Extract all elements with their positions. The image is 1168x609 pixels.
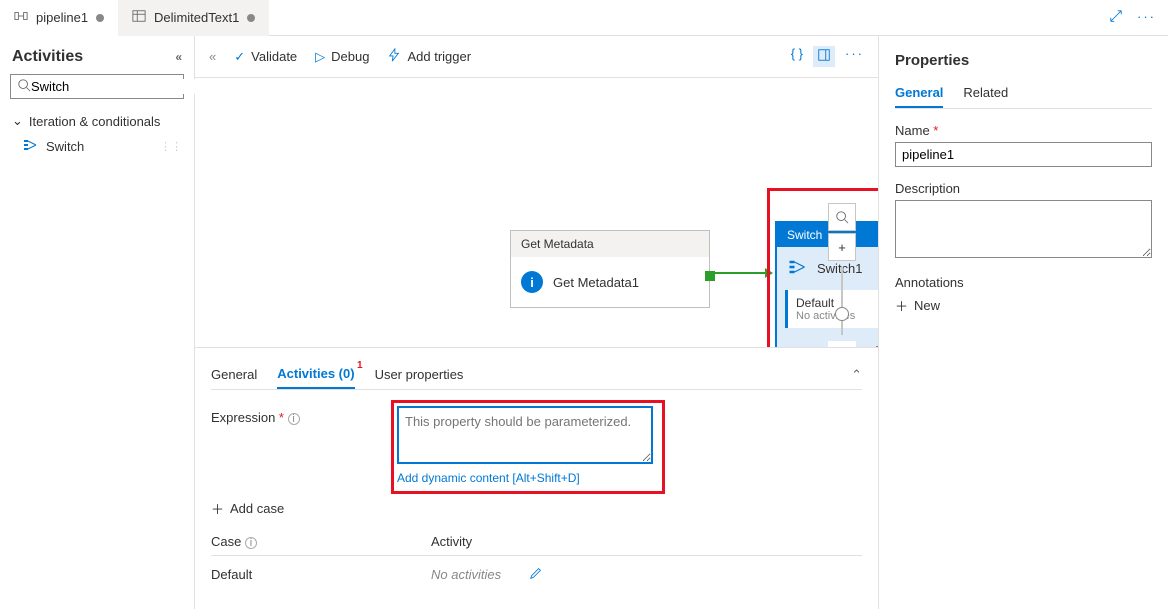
unsaved-dot-icon [96, 14, 104, 22]
pipeline-icon [14, 9, 28, 26]
plus-icon: ＋ [895, 296, 908, 315]
name-label: Name * [895, 123, 1152, 138]
switch-icon [22, 137, 38, 156]
add-trigger-button[interactable]: Add trigger [387, 48, 471, 65]
tab-label: pipeline1 [36, 10, 88, 25]
tab-userprops[interactable]: User properties [375, 361, 464, 388]
drag-handle-icon: ⋮⋮ [160, 140, 182, 153]
zoom-in-button[interactable]: + [828, 233, 856, 261]
dataset-icon [132, 9, 146, 26]
sidebar-item-label: Switch [46, 139, 84, 154]
node-header: Get Metadata [511, 231, 709, 257]
collapse-panel-icon[interactable]: ⌃ [851, 367, 862, 383]
switch-node[interactable]: Switch Switch1 Default No activities { } [775, 221, 878, 347]
tab-general[interactable]: General [211, 361, 257, 388]
debug-label: Debug [331, 49, 369, 64]
annotations-label: Annotations [895, 275, 1152, 290]
zoom-out-button[interactable]: − [828, 341, 856, 347]
sidebar-item-switch[interactable]: Switch ⋮⋮ [6, 133, 188, 160]
case-name: Default [211, 567, 431, 582]
zoom-thumb[interactable] [835, 307, 849, 321]
info-icon[interactable]: i [288, 413, 300, 425]
props-tab-general[interactable]: General [895, 79, 943, 108]
case-row-default: Default No activities [211, 555, 862, 593]
play-icon: ▷ [315, 49, 325, 65]
info-icon: i [521, 271, 543, 293]
validate-button[interactable]: ✓ Validate [234, 49, 297, 65]
bolt-icon [387, 48, 401, 65]
tab-activities[interactable]: Activities (0) 1 [277, 360, 354, 389]
description-label: Description [895, 181, 1152, 196]
tab-label: Activities (0) [277, 366, 354, 381]
zoom-slider[interactable] [841, 267, 843, 335]
group-label: Iteration & conditionals [29, 114, 161, 129]
add-trigger-label: Add trigger [407, 49, 471, 64]
activities-sidebar: Activities « ⌄ Iteration & conditionals … [0, 36, 195, 609]
search-field[interactable] [31, 79, 207, 94]
add-case-button[interactable]: ＋ Add case [211, 495, 862, 528]
node-title: Get Metadata1 [553, 275, 639, 290]
properties-panel: Properties General Related Name * Descri… [878, 36, 1168, 609]
activity-value: No activities [431, 567, 501, 582]
panel-title: Properties [895, 46, 1152, 79]
properties-toggle-icon[interactable] [813, 46, 835, 67]
sidebar-title: Activities [12, 48, 83, 66]
back-button[interactable]: « [209, 49, 216, 64]
expand-icon[interactable] [1109, 9, 1123, 26]
tab-label: DelimitedText1 [154, 10, 239, 25]
info-icon[interactable]: i [245, 537, 257, 549]
chevron-down-icon: ⌄ [12, 113, 23, 129]
copy-icon[interactable] [874, 344, 878, 347]
more-icon[interactable]: ··· [845, 46, 864, 67]
search-input[interactable] [10, 74, 184, 99]
highlight-box [391, 400, 665, 494]
new-annotation-button[interactable]: ＋ New [895, 296, 1152, 315]
validate-label: Validate [251, 49, 297, 64]
code-view-icon[interactable]: { } [791, 46, 803, 67]
name-input[interactable] [895, 142, 1152, 167]
get-metadata-node[interactable]: Get Metadata i Get Metadata1 [510, 230, 710, 308]
cases-table-header: Case i Activity [211, 528, 862, 555]
add-case-label: Add case [230, 501, 284, 516]
switch-icon [787, 257, 807, 280]
unsaved-dot-icon [247, 14, 255, 22]
expression-label: Expression * i [211, 406, 381, 425]
pipeline-canvas[interactable]: Get Metadata i Get Metadata1 Switch Swit… [195, 78, 878, 347]
debug-button[interactable]: ▷ Debug [315, 49, 369, 65]
props-tab-related[interactable]: Related [963, 79, 1008, 108]
edit-icon[interactable] [529, 566, 543, 583]
output-port[interactable] [705, 271, 715, 281]
editor-tabs: pipeline1 DelimitedText1 ··· [0, 0, 1168, 36]
group-iteration[interactable]: ⌄ Iteration & conditionals [6, 109, 188, 133]
error-badge: 1 [357, 360, 363, 371]
description-input[interactable] [895, 200, 1152, 258]
zoom-fit-button[interactable] [828, 203, 856, 231]
connection-line [715, 263, 775, 283]
check-icon: ✓ [234, 49, 245, 65]
pipeline-toolbar: « ✓ Validate ▷ Debug Add trigger { } ··· [195, 36, 878, 78]
search-icon [17, 78, 31, 95]
tab-delimited[interactable]: DelimitedText1 [118, 0, 269, 36]
delete-icon[interactable] [808, 344, 822, 347]
tab-pipeline[interactable]: pipeline1 [0, 0, 118, 36]
new-label: New [914, 298, 940, 313]
plus-icon: ＋ [211, 499, 224, 518]
zoom-controls: + − [828, 203, 856, 347]
more-icon[interactable]: ··· [1137, 9, 1156, 26]
activity-properties: General Activities (0) 1 User properties… [195, 347, 878, 609]
collapse-sidebar-icon[interactable]: « [175, 50, 182, 64]
